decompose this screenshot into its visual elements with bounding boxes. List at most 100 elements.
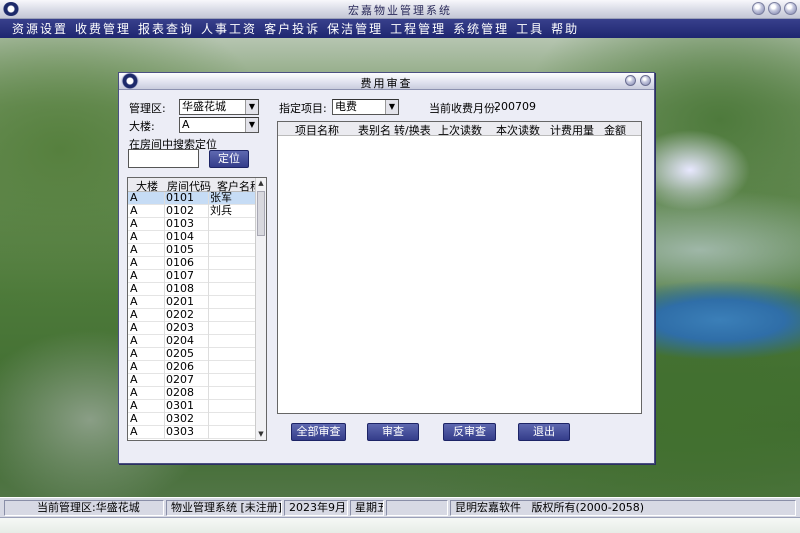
room-row-customer: 张军	[210, 191, 232, 204]
row-separator	[164, 218, 165, 231]
scroll-up-icon[interactable]: ▲	[256, 178, 266, 189]
fee-grid[interactable]: 项目名称 表别名 转/换表 上次读数 本次读数 计费用量 金额	[277, 121, 642, 414]
exit-button[interactable]: 退出	[518, 423, 570, 441]
room-row-code: 0207	[166, 373, 194, 386]
row-separator	[164, 270, 165, 283]
room-row-building: A	[130, 295, 138, 308]
building-select[interactable]: A ▼	[179, 117, 259, 133]
menu-item-9[interactable]: 帮助	[549, 20, 584, 37]
menu-item-7[interactable]: 系统管理	[451, 20, 514, 37]
review-all-button[interactable]: 全部审查	[291, 423, 346, 441]
menu-item-2[interactable]: 报表查询	[136, 20, 199, 37]
room-row-code: 0205	[166, 347, 194, 360]
row-separator	[208, 374, 209, 387]
row-separator	[208, 361, 209, 374]
row-separator	[208, 322, 209, 335]
fee-grid-header: 项目名称 表别名 转/换表 上次读数 本次读数 计费用量 金额	[278, 122, 641, 137]
row-separator	[164, 400, 165, 413]
menu-item-5[interactable]: 保洁管理	[325, 20, 388, 37]
row-separator	[164, 387, 165, 400]
menu-item-6[interactable]: 工程管理	[388, 20, 451, 37]
header-last-reading: 上次读数	[438, 124, 482, 137]
row-separator	[208, 309, 209, 322]
month-value: 200709	[494, 100, 536, 113]
row-separator	[164, 426, 165, 439]
row-separator	[164, 231, 165, 244]
room-row-code: 0101	[166, 191, 194, 204]
header-amount: 金额	[604, 124, 626, 137]
scroll-down-icon[interactable]: ▼	[256, 429, 266, 440]
row-separator	[164, 348, 165, 361]
row-separator	[208, 205, 209, 218]
row-separator	[208, 413, 209, 426]
room-row-code: 0104	[166, 230, 194, 243]
room-row-code: 0203	[166, 321, 194, 334]
room-row-customer: 刘兵	[210, 204, 232, 217]
menu-bar: 资源设置 收费管理 报表查询 人事工资 客户投诉 保洁管理 工程管理 系统管理 工具 帮助	[0, 19, 800, 38]
app-title: 宏嘉物业管理系统	[348, 4, 452, 17]
header-transfer: 转/换表	[394, 124, 431, 137]
building-dropdown-icon[interactable]: ▼	[245, 118, 258, 132]
status-current-district: 当前管理区:华盛花城	[4, 500, 164, 516]
row-separator	[208, 192, 209, 205]
row-separator	[208, 400, 209, 413]
dialog-minimize-icon[interactable]	[625, 75, 636, 86]
row-separator	[208, 270, 209, 283]
row-separator	[164, 413, 165, 426]
district-select[interactable]: 华盛花城 ▼	[179, 99, 259, 115]
room-row-code: 0103	[166, 217, 194, 230]
unreview-button[interactable]: 反审查	[443, 423, 496, 441]
header-item-name: 项目名称	[295, 124, 339, 137]
room-row-building: A	[130, 217, 138, 230]
room-row-building: A	[130, 308, 138, 321]
menu-item-8[interactable]: 工具	[514, 20, 549, 37]
room-row-code: 0102	[166, 204, 194, 217]
row-separator	[164, 322, 165, 335]
status-empty	[386, 500, 448, 516]
room-row-code: 0201	[166, 295, 194, 308]
room-row-code: 0204	[166, 334, 194, 347]
scroll-thumb[interactable]	[257, 191, 265, 236]
row-separator	[164, 309, 165, 322]
menu-item-3[interactable]: 人事工资	[199, 20, 262, 37]
row-separator	[208, 348, 209, 361]
room-list-scrollbar[interactable]: ▲ ▼	[255, 178, 266, 440]
review-button[interactable]: 审查	[367, 423, 419, 441]
room-row-code: 0108	[166, 282, 194, 295]
room-row-building: A	[130, 243, 138, 256]
room-search-input[interactable]	[128, 149, 199, 168]
room-row-building: A	[130, 360, 138, 373]
item-value: 电费	[335, 100, 357, 113]
room-row-building: A	[130, 334, 138, 347]
dialog-close-icon[interactable]	[640, 75, 651, 86]
row-separator	[164, 296, 165, 309]
menu-item-0[interactable]: 资源设置	[10, 20, 73, 37]
status-system: 物业管理系统 [未注册]	[166, 500, 282, 516]
item-label: 指定项目:	[279, 102, 327, 115]
room-row-code: 0206	[166, 360, 194, 373]
room-row-code: 0302	[166, 412, 194, 425]
app-title-bar: 宏嘉物业管理系统	[0, 0, 800, 19]
locate-button[interactable]: 定位	[209, 150, 249, 168]
row-separator	[164, 205, 165, 218]
menu-item-4[interactable]: 客户投诉	[262, 20, 325, 37]
close-icon[interactable]	[784, 2, 797, 15]
minimize-icon[interactable]	[752, 2, 765, 15]
row-separator	[208, 296, 209, 309]
bottom-band	[0, 518, 800, 533]
restore-icon[interactable]	[768, 2, 781, 15]
room-row[interactable]: A 0303	[128, 426, 256, 439]
item-dropdown-icon[interactable]: ▼	[385, 100, 398, 114]
status-date: 2023年9月1日	[284, 500, 348, 516]
room-list[interactable]: 大楼 房间代码 客户名称 A 0101 张军 A 0102 刘兵 A 0103 A 0104 A 01…	[127, 177, 267, 441]
item-select[interactable]: 电费 ▼	[332, 99, 399, 115]
room-row-code: 0106	[166, 256, 194, 269]
menu-item-1[interactable]: 收费管理	[73, 20, 136, 37]
row-separator	[164, 361, 165, 374]
status-weekday: 星期五	[350, 500, 384, 516]
building-label: 大楼:	[129, 120, 155, 133]
header-usage: 计费用量	[550, 124, 594, 137]
district-dropdown-icon[interactable]: ▼	[245, 100, 258, 114]
status-copyright-cell: 昆明宏嘉软件 版权所有(2000-2058)	[450, 500, 796, 516]
room-row-code: 0303	[166, 425, 194, 438]
